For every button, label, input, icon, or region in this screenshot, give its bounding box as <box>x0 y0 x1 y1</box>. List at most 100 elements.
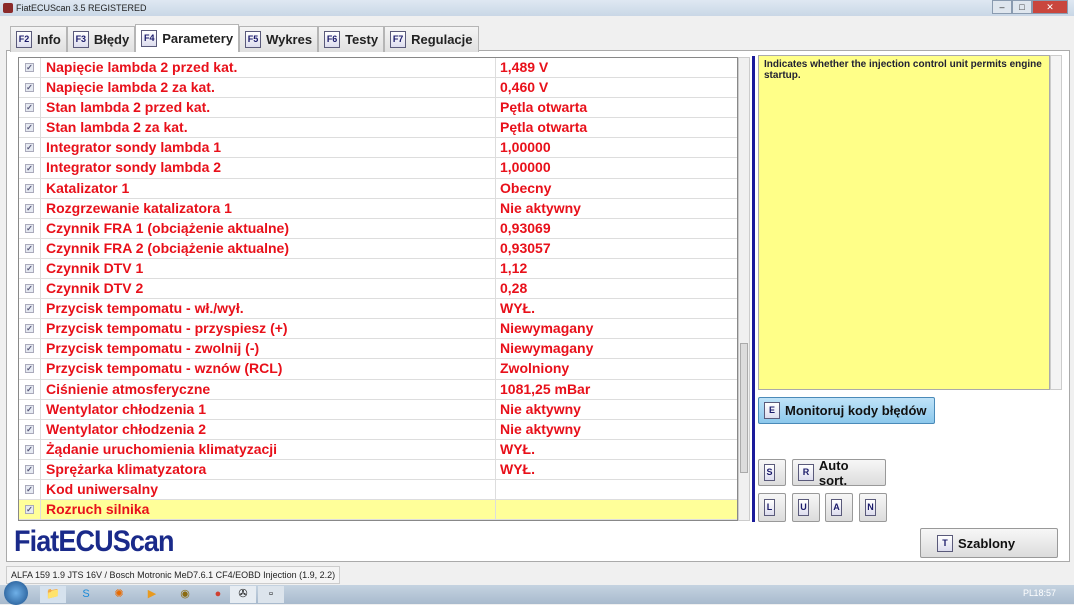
parameters-table: ✓ Napięcie lambda 2 przed kat. 1,489 V ✓ Nap… <box>18 57 738 521</box>
table-row[interactable]: ✓ Przycisk tempomatu - przyspiesz (+) Niew… <box>19 319 737 340</box>
row-checkbox[interactable]: ✓ <box>19 339 41 359</box>
table-row[interactable]: ✓ Wentylator chłodzenia 1 Nie aktywny <box>19 399 737 420</box>
parameter-name: Ciśnienie atmosferyczne <box>41 379 496 399</box>
app-icon[interactable]: ◉ <box>172 586 198 603</box>
row-checkbox[interactable]: ✓ <box>19 78 41 98</box>
row-checkbox[interactable]: ✓ <box>19 138 41 158</box>
key-badge: U <box>798 499 809 516</box>
row-checkbox[interactable]: ✓ <box>19 399 41 419</box>
table-row[interactable]: ✓ Kod uniwersalny <box>19 479 737 501</box>
tab-bar: F2 Info F3 Błędy F4 Parametery F5 Wykres F6 Testy… <box>10 24 479 52</box>
table-row[interactable]: ✓ Katalizator 1 Obecny <box>19 178 737 199</box>
row-checkbox[interactable]: ✓ <box>19 359 41 379</box>
row-checkbox[interactable]: ✓ <box>19 419 41 439</box>
parameter-value: 0,93057 <box>500 239 551 256</box>
row-checkbox[interactable]: ✓ <box>19 479 41 500</box>
table-row[interactable]: ✓ Stan lambda 2 za kat. Pętla otwarta <box>19 118 737 139</box>
row-checkbox[interactable]: ✓ <box>19 459 41 479</box>
table-row[interactable]: ✓ Napięcie lambda 2 za kat. 0,460 V <box>19 78 737 99</box>
row-checkbox[interactable]: ✓ <box>19 299 41 319</box>
description-scrollbar[interactable] <box>1050 55 1062 390</box>
tab-wykres[interactable]: F5 Wykres <box>239 26 319 52</box>
row-checkbox[interactable]: ✓ <box>19 319 41 339</box>
templates-button[interactable]: T Szablony <box>920 528 1058 558</box>
row-checkbox[interactable]: ✓ <box>19 178 41 198</box>
maximize-button[interactable]: □ <box>1012 0 1032 14</box>
row-checkbox[interactable]: ✓ <box>19 98 41 118</box>
s-button[interactable]: S <box>758 459 786 486</box>
a-button[interactable]: A <box>825 493 853 522</box>
parameter-name: Czynnik FRA 2 (obciążenie aktualne) <box>41 238 496 258</box>
table-row[interactable]: ✓ Wentylator chłodzenia 2 Nie aktywny <box>19 419 737 440</box>
table-row[interactable]: ✓ Przycisk tempomatu - wznów (RCL) Zwolnio… <box>19 359 737 380</box>
l-button[interactable]: L <box>758 493 786 522</box>
parameter-name: Wentylator chłodzenia 1 <box>41 399 496 419</box>
key-badge: T <box>937 534 953 552</box>
key-badge: F3 <box>72 31 89 48</box>
tab-testy[interactable]: F6 Testy <box>318 26 385 52</box>
parameter-name: Kod uniwersalny <box>41 479 496 500</box>
key-badge: F7 <box>390 31 407 48</box>
button-label: Szablony <box>958 535 1016 551</box>
parameter-value: 0,460 V <box>500 79 549 96</box>
auto-sort-button[interactable]: R Auto sort. <box>792 458 886 488</box>
table-row[interactable]: ✓ Czynnik FRA 2 (obciążenie aktualne) 0,93… <box>19 238 737 259</box>
tab-błędy[interactable]: F3 Błędy <box>66 26 136 52</box>
table-row[interactable]: ✓ Sprężarka klimatyzatora WYŁ. <box>19 459 737 480</box>
clock[interactable]: 18:57 <box>1033 588 1056 598</box>
splitter[interactable] <box>752 56 755 522</box>
parameter-name: Przycisk tempomatu - wznów (RCL) <box>41 359 496 379</box>
u-button[interactable]: U <box>792 493 820 522</box>
table-row[interactable]: ✓ Stan lambda 2 przed kat. Pętla otwarta <box>19 98 737 119</box>
parameter-name: Integrator sondy lambda 2 <box>41 158 496 178</box>
tab-info[interactable]: F2 Info <box>10 26 67 52</box>
minimize-button[interactable]: – <box>992 0 1012 14</box>
parameter-value: 0,28 <box>500 280 528 297</box>
table-row[interactable]: ✓ Integrator sondy lambda 2 1,00000 <box>19 158 737 179</box>
key-badge: N <box>865 499 876 516</box>
table-row[interactable]: ✓ Czynnik FRA 1 (obciążenie aktualne) 0,93… <box>19 218 737 239</box>
row-checkbox[interactable]: ✓ <box>19 238 41 258</box>
table-row[interactable]: ✓ Rozruch silnika <box>19 500 737 520</box>
monitor-error-codes-button[interactable]: E Monitoruj kody błędów <box>758 397 935 424</box>
table-row[interactable]: ✓ Integrator sondy lambda 1 1,00000 <box>19 138 737 159</box>
row-checkbox[interactable]: ✓ <box>19 118 41 138</box>
table-row[interactable]: ✓ Napięcie lambda 2 przed kat. 1,489 V <box>19 58 737 79</box>
row-checkbox[interactable]: ✓ <box>19 500 41 520</box>
tab-parametery[interactable]: F4 Parametery <box>135 24 240 52</box>
fiatecuscan-task-icon[interactable]: ✇ <box>230 586 256 603</box>
row-checkbox[interactable]: ✓ <box>19 439 41 459</box>
language-indicator[interactable]: PL <box>1023 588 1034 598</box>
n-button[interactable]: N <box>859 493 887 522</box>
table-scrollbar[interactable] <box>738 57 750 521</box>
explorer-icon[interactable]: 📁 <box>40 586 66 603</box>
start-button[interactable] <box>4 581 28 605</box>
tab-regulacje[interactable]: F7 Regulacje <box>384 26 479 52</box>
table-row[interactable]: ✓ Rozgrzewanie katalizatora 1 Nie aktywny <box>19 198 737 219</box>
parameter-value: Nie aktywny <box>500 400 581 417</box>
table-row[interactable]: ✓ Czynnik DTV 1 1,12 <box>19 258 737 280</box>
row-checkbox[interactable]: ✓ <box>19 198 41 218</box>
sun-app-icon[interactable]: ✺ <box>106 586 132 603</box>
media-player-icon[interactable]: ▶ <box>139 586 165 603</box>
scroll-thumb[interactable] <box>740 343 748 473</box>
parameter-name: Wentylator chłodzenia 2 <box>41 419 496 439</box>
chrome-icon[interactable]: ● <box>205 586 231 603</box>
row-checkbox[interactable]: ✓ <box>19 379 41 399</box>
window-task-icon[interactable]: ▫ <box>258 586 284 603</box>
skype-icon[interactable]: S <box>73 586 99 603</box>
row-checkbox[interactable]: ✓ <box>19 58 41 78</box>
close-button[interactable]: ✕ <box>1032 0 1068 14</box>
row-checkbox[interactable]: ✓ <box>19 218 41 238</box>
row-checkbox[interactable]: ✓ <box>19 258 41 279</box>
row-checkbox[interactable]: ✓ <box>19 279 41 299</box>
table-row[interactable]: ✓ Żądanie uruchomienia klimatyzacji WYŁ. <box>19 439 737 460</box>
key-badge: A <box>831 499 842 516</box>
row-checkbox[interactable]: ✓ <box>19 158 41 178</box>
table-row[interactable]: ✓ Przycisk tempomatu - zwolnij (-) Niewyma… <box>19 339 737 360</box>
table-row[interactable]: ✓ Ciśnienie atmosferyczne 1081,25 mBar <box>19 379 737 400</box>
tab-label: Testy <box>345 32 379 47</box>
table-row[interactable]: ✓ Czynnik DTV 2 0,28 <box>19 279 737 300</box>
table-row[interactable]: ✓ Przycisk tempomatu - wł./wył. WYŁ. <box>19 299 737 320</box>
parameter-value <box>496 480 500 499</box>
